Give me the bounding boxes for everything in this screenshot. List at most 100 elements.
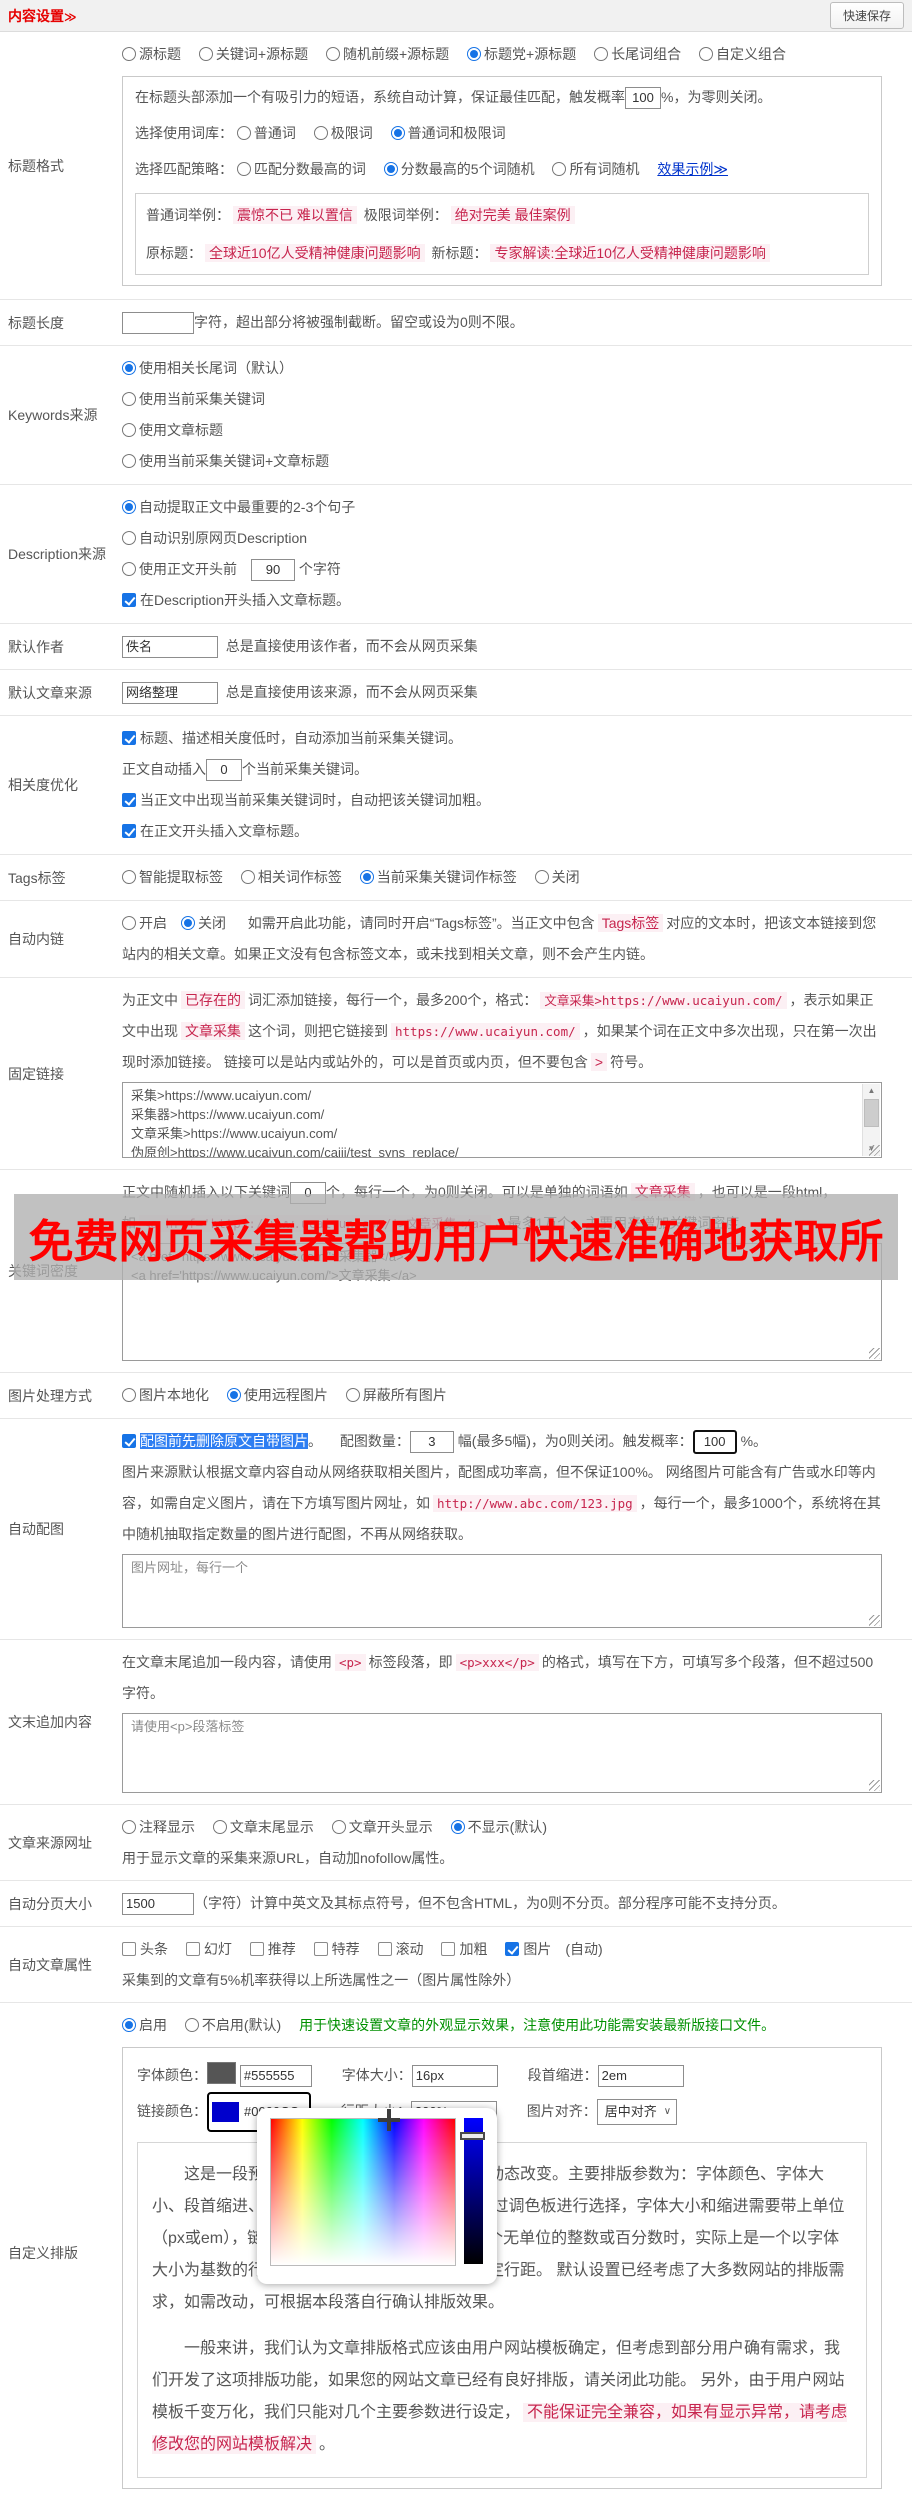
keyword-density-textarea[interactable]: <a href='https://www.ucaiyun.com/'>采集器</… bbox=[122, 1243, 882, 1361]
probability-input[interactable]: 100 bbox=[625, 87, 661, 110]
description-length-input[interactable]: 90 bbox=[251, 559, 295, 582]
radio-icon[interactable] bbox=[122, 47, 136, 61]
radio-option[interactable]: 图片本地化 bbox=[122, 1380, 209, 1411]
radio-icon[interactable] bbox=[212, 1820, 227, 1834]
append-content-textarea[interactable]: 请使用<p>段落标签 bbox=[122, 1713, 882, 1793]
font-size-input[interactable]: 16px bbox=[411, 2065, 498, 2088]
checkbox-option-checked[interactable]: 标题、描述相关度低时，自动添加当前采集关键词。 bbox=[122, 723, 462, 754]
radio-option[interactable]: 智能提取标签 bbox=[122, 862, 223, 893]
radio-icon[interactable] bbox=[122, 916, 136, 930]
checkbox-icon[interactable] bbox=[185, 1942, 200, 1956]
checkbox-option-checked[interactable]: 在正文开头插入文章标题。 bbox=[122, 816, 308, 847]
title-length-input[interactable] bbox=[122, 312, 194, 335]
radio-icon[interactable] bbox=[313, 126, 328, 140]
radio-option[interactable]: 所有词随机 bbox=[552, 151, 639, 187]
image-urls-textarea[interactable]: 图片网址，每行一个 bbox=[122, 1554, 882, 1628]
quick-save-button[interactable]: 快速保存 bbox=[829, 2, 904, 29]
radio-icon[interactable] bbox=[198, 47, 213, 61]
radio-icon[interactable] bbox=[236, 162, 251, 176]
radio-option[interactable]: 使用当前采集关键词+文章标题 bbox=[122, 446, 329, 477]
radio-option[interactable]: 极限词 bbox=[313, 115, 373, 151]
crosshair-cursor-icon[interactable] bbox=[378, 2109, 400, 2131]
font-color-input[interactable]: #555555 bbox=[239, 2065, 312, 2088]
radio-option-selected[interactable]: 标题党+源标题 bbox=[467, 39, 576, 70]
radio-option-selected[interactable]: 当前采集关键词作标签 bbox=[359, 862, 517, 893]
resize-grip[interactable] bbox=[869, 1145, 880, 1156]
radio-icon[interactable] bbox=[325, 47, 340, 61]
radio-icon[interactable] bbox=[122, 454, 136, 468]
indent-input[interactable]: 2em bbox=[597, 2065, 684, 2088]
keyword-count-input[interactable]: 0 bbox=[290, 1182, 326, 1205]
radio-option[interactable]: 文章末尾显示 bbox=[212, 1812, 314, 1843]
radio-icon[interactable] bbox=[450, 1820, 465, 1834]
radio-option-selected[interactable]: 关闭 bbox=[181, 908, 226, 939]
checkbox-icon[interactable] bbox=[122, 593, 136, 607]
image-count-input[interactable]: 3 bbox=[409, 1431, 454, 1454]
radio-icon[interactable] bbox=[236, 126, 251, 140]
radio-icon[interactable] bbox=[122, 1388, 136, 1402]
checkbox-icon[interactable] bbox=[122, 824, 136, 838]
radio-option[interactable]: 关键词+源标题 bbox=[198, 39, 308, 70]
radio-icon[interactable] bbox=[122, 2018, 136, 2032]
checkbox-icon[interactable] bbox=[122, 1434, 136, 1448]
radio-icon[interactable] bbox=[594, 47, 609, 61]
checkbox-option[interactable]: 头条 bbox=[122, 1934, 168, 1965]
radio-icon[interactable] bbox=[122, 870, 136, 884]
radio-icon[interactable] bbox=[552, 162, 567, 176]
checkbox-option-checked[interactable]: 图片 bbox=[505, 1934, 551, 1965]
fixed-links-textarea[interactable]: 采集>https://www.ucaiyun.com/ 采集器>https://… bbox=[122, 1082, 882, 1158]
checkbox-icon[interactable] bbox=[505, 1942, 520, 1956]
radio-option-selected[interactable]: 普通词和极限词 bbox=[390, 115, 506, 151]
checkbox-option-checked[interactable]: 当正文中出现当前采集关键词时，自动把该关键词加粗。 bbox=[122, 785, 490, 816]
radio-option[interactable]: 自动识别原网页Description bbox=[122, 523, 307, 554]
checkbox-icon[interactable] bbox=[313, 1942, 328, 1956]
default-author-input[interactable]: 佚名 bbox=[122, 636, 218, 659]
radio-icon[interactable] bbox=[467, 47, 482, 61]
radio-option-selected[interactable]: 使用远程图片 bbox=[226, 1380, 328, 1411]
radio-option[interactable]: 匹配分数最高的词 bbox=[236, 151, 366, 187]
resize-grip[interactable] bbox=[869, 1615, 880, 1626]
radio-option[interactable]: 普通词 bbox=[236, 115, 296, 151]
radio-option[interactable]: 关闭 bbox=[534, 862, 580, 893]
radio-option[interactable]: 开启 bbox=[122, 908, 167, 939]
radio-icon[interactable] bbox=[122, 1820, 136, 1834]
radio-icon[interactable] bbox=[240, 870, 255, 884]
image-align-select[interactable]: 居中对齐 ∨ bbox=[596, 2099, 678, 2125]
font-color-swatch[interactable] bbox=[207, 2062, 236, 2084]
radio-icon[interactable] bbox=[359, 870, 374, 884]
radio-icon[interactable] bbox=[226, 1388, 241, 1402]
radio-option-selected[interactable]: 启用 bbox=[122, 2010, 167, 2041]
checkbox-icon[interactable] bbox=[377, 1942, 392, 1956]
radio-option[interactable]: 文章开头显示 bbox=[331, 1812, 433, 1843]
checkbox-icon[interactable] bbox=[122, 731, 136, 745]
radio-option[interactable]: 屏蔽所有图片 bbox=[345, 1380, 447, 1411]
checkbox-icon[interactable] bbox=[441, 1942, 456, 1956]
link-color-swatch[interactable] bbox=[212, 2102, 239, 2122]
radio-icon[interactable] bbox=[345, 1388, 360, 1402]
pagination-size-input[interactable]: 1500 bbox=[122, 1893, 194, 1916]
effect-example-link[interactable]: 效果示例≫ bbox=[657, 161, 728, 177]
checkbox-option-checked[interactable]: 配图前先删除原文自带图片。 bbox=[122, 1426, 322, 1457]
checkbox-option[interactable]: 推荐 bbox=[249, 1934, 296, 1965]
radio-icon[interactable] bbox=[699, 47, 714, 61]
radio-icon[interactable] bbox=[122, 562, 136, 576]
radio-option-selected[interactable]: 使用相关长尾词（默认） bbox=[122, 353, 293, 384]
checkbox-option[interactable]: 幻灯 bbox=[185, 1934, 232, 1965]
section-title[interactable]: 内容设置≫ bbox=[8, 6, 77, 26]
checkbox-icon[interactable] bbox=[249, 1942, 264, 1956]
radio-icon[interactable] bbox=[181, 916, 195, 930]
radio-option[interactable]: 自定义组合 bbox=[699, 39, 786, 70]
radio-icon[interactable] bbox=[122, 531, 136, 545]
image-probability-input[interactable]: 100 bbox=[692, 1430, 737, 1455]
brightness-slider[interactable] bbox=[460, 2118, 485, 2264]
radio-option[interactable]: 源标题 bbox=[122, 39, 181, 70]
checkbox-option[interactable]: 加粗 bbox=[441, 1934, 487, 1965]
checkbox-option[interactable]: 特荐 bbox=[313, 1934, 360, 1965]
checkbox-icon[interactable] bbox=[122, 1942, 136, 1956]
checkbox-option[interactable]: 滚动 bbox=[377, 1934, 424, 1965]
radio-option[interactable]: 不启用(默认) bbox=[184, 2010, 281, 2041]
radio-icon[interactable] bbox=[383, 162, 398, 176]
scrollbar-thumb[interactable] bbox=[864, 1099, 879, 1127]
radio-option-selected[interactable]: 自动提取正文中最重要的2-3个句子 bbox=[122, 492, 355, 523]
radio-icon[interactable] bbox=[331, 1820, 346, 1834]
